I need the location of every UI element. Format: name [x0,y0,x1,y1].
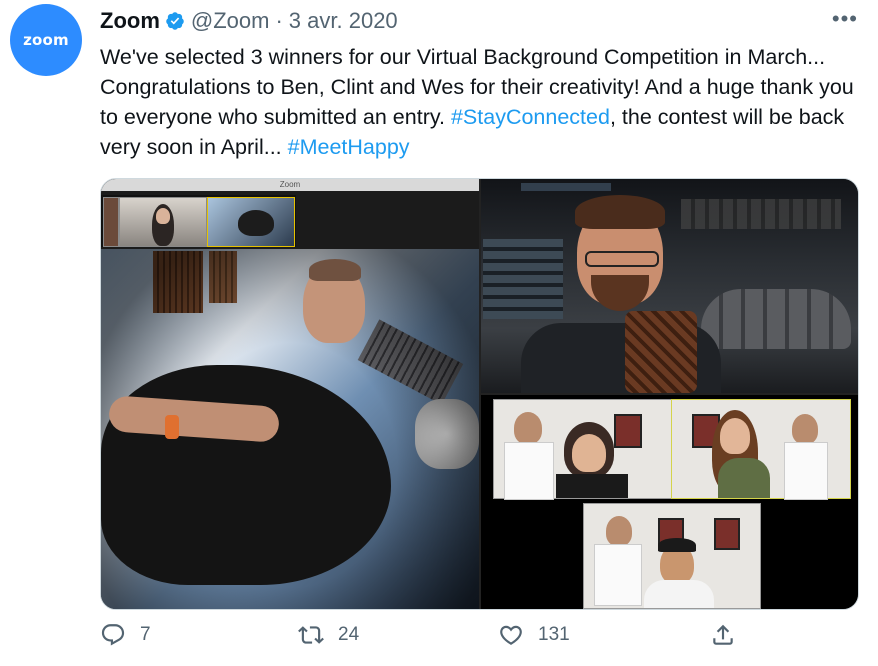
reply-button[interactable]: 7 [100,622,151,648]
author-name[interactable]: Zoom [100,8,160,34]
share-button[interactable] [710,622,736,648]
verified-badge-icon [166,12,184,30]
glasses [585,251,659,267]
video-tile [671,399,851,500]
man-hair [575,195,665,229]
wristwatch [165,415,179,439]
avatar[interactable]: zoom [10,4,82,76]
header-separator: · [275,8,283,33]
like-count: 131 [538,624,570,645]
tweet-actions: 7 24 131 [100,622,857,658]
reply-count: 7 [140,624,151,645]
hashtag-stayconnected[interactable]: #StayConnected [451,105,610,129]
zoom-window-titlebar: Zoom [101,179,479,191]
avatar-logo-text: zoom [23,31,69,49]
hashtag-meethappy[interactable]: #MeetHappy [288,135,410,159]
retweet-button[interactable]: 24 [298,622,359,648]
lounge-seat [701,289,851,349]
tweet-media[interactable]: Zoom [100,178,859,610]
reply-icon [101,624,125,646]
author-handle[interactable]: @Zoom [191,8,270,34]
tweet-date[interactable]: 3 avr. 2020 [289,8,398,34]
video-tile [583,503,761,609]
retweet-count: 24 [338,624,360,645]
beard [591,275,649,311]
mug [625,311,697,393]
more-horizontal-icon[interactable]: ••• [832,6,858,32]
tweet-text: We've selected 3 winners for our Virtual… [100,42,860,162]
participant-thumbnail [119,197,207,247]
media-image-spaceship[interactable] [481,179,858,393]
zoom-window-title: Zoom [279,180,301,189]
participant-thumbnail [207,197,295,247]
participant-thumbnails [101,195,296,247]
share-icon [713,624,733,645]
ceiling-panels [681,199,841,229]
cockpit-console [483,239,563,319]
ceiling-light [521,183,611,191]
tweet-header: Zoom @Zoom · 3 avr. 2020 [100,6,858,36]
astronaut-hair [309,259,361,281]
media-image-clones[interactable] [481,395,858,609]
heart-icon [500,625,522,645]
participant-thumbnail [103,197,119,247]
retweet-icon [298,626,324,644]
like-button[interactable]: 131 [498,622,570,648]
video-tile [493,399,673,500]
media-image-space-station[interactable]: Zoom [101,179,479,609]
